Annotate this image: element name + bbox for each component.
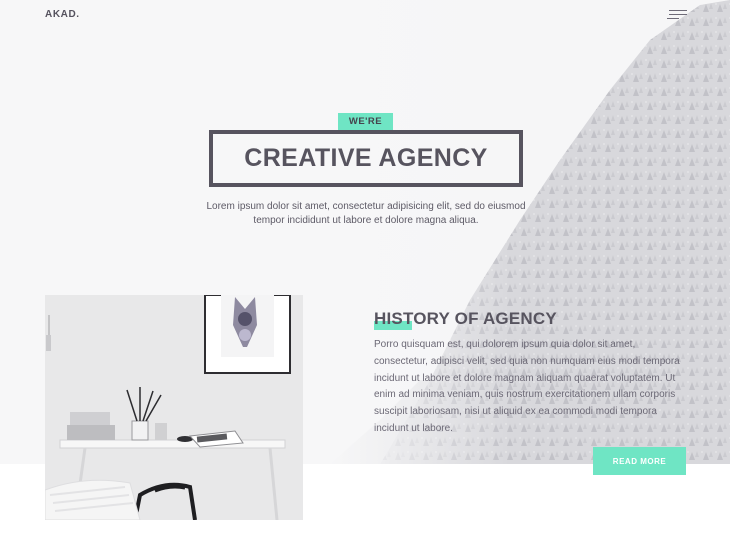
hero-description-line: tempor incididunt ut labore et dolore ma… — [253, 214, 479, 226]
hero-tagline: WE'RE — [338, 113, 393, 130]
menu-line — [669, 14, 687, 15]
hamburger-menu-icon[interactable] — [667, 9, 687, 21]
menu-line — [667, 18, 679, 19]
menu-line — [669, 10, 687, 11]
read-more-button[interactable]: READ MORE — [593, 447, 686, 475]
hero-description: Lorem ipsum dolor sit amet, consectetur … — [200, 200, 532, 227]
history-paragraph: Porro quisquam est, qui dolorem ipsum qu… — [374, 339, 680, 434]
hero-title: CREATIVE AGENCY — [244, 144, 488, 172]
hero-title-box: CREATIVE AGENCY — [209, 130, 523, 187]
site-logo[interactable]: AKAD. — [45, 9, 80, 20]
workspace-photo-illustration — [45, 295, 303, 520]
hero-description-line: Lorem ipsum dolor sit amet, consectetur … — [206, 201, 526, 212]
history-title: HISTORY OF AGENCY — [374, 309, 557, 328]
workspace-photo — [45, 295, 303, 520]
